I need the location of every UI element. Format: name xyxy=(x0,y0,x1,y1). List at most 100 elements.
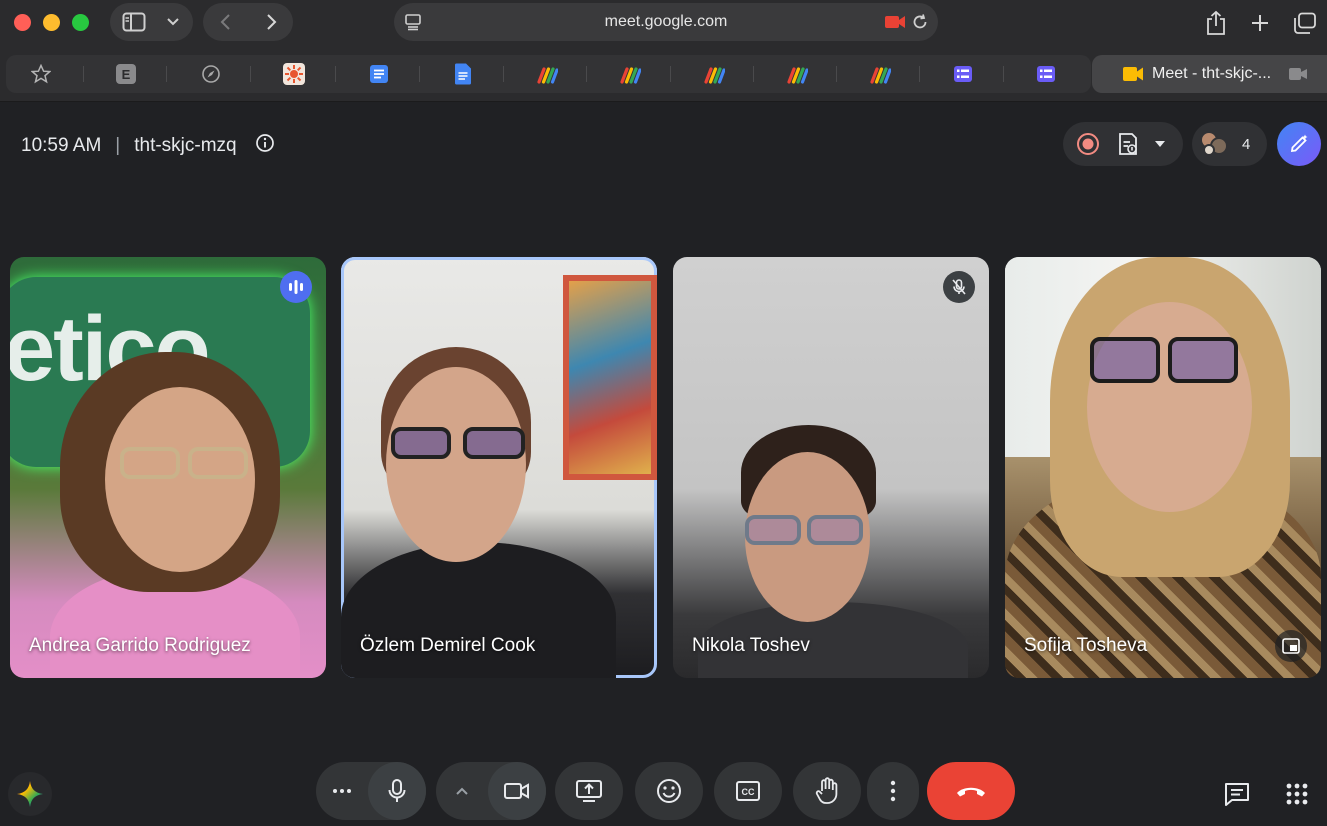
recording-options-dropdown[interactable] xyxy=(1143,122,1177,166)
glasses-right xyxy=(1168,337,1238,383)
color-stripes-icon xyxy=(704,67,725,84)
recording-controls xyxy=(1063,122,1183,166)
glasses-left xyxy=(120,447,180,479)
chat-button[interactable] xyxy=(1217,774,1257,814)
raise-hand-icon xyxy=(815,777,838,804)
minimize-window-button[interactable] xyxy=(43,14,60,31)
present-screen-button[interactable] xyxy=(555,762,623,820)
pinned-tab-stripes-5[interactable] xyxy=(869,63,891,85)
chevron-left-icon xyxy=(220,14,230,30)
video-options-button[interactable] xyxy=(436,762,488,820)
glasses-left xyxy=(391,427,451,459)
pinned-tab-docs-1[interactable] xyxy=(368,63,390,85)
raise-hand-button[interactable] xyxy=(793,762,861,820)
participant-name: Andrea Garrido Rodriguez xyxy=(29,635,251,656)
pinned-tab-list-2[interactable] xyxy=(1035,63,1057,85)
pinned-tab-e[interactable]: E xyxy=(115,63,137,85)
active-tab-meet[interactable]: Meet - tht-skjc-... xyxy=(1092,55,1327,93)
more-options-button[interactable] xyxy=(867,762,919,820)
participants-button[interactable]: 4 xyxy=(1192,122,1267,166)
gemini-notes-button[interactable] xyxy=(1277,122,1321,166)
forward-button[interactable] xyxy=(248,3,293,41)
participant-name: Nikola Toshev xyxy=(692,635,810,656)
emoji-icon xyxy=(657,779,681,803)
divider xyxy=(836,66,837,82)
pinned-tab-stripes-3[interactable] xyxy=(703,63,725,85)
pinned-tab-list-1[interactable] xyxy=(952,63,974,85)
history-nav-group xyxy=(203,3,293,41)
svg-text:CC: CC xyxy=(742,787,755,797)
speaking-indicator xyxy=(280,271,312,303)
divider xyxy=(670,66,671,82)
compass-icon xyxy=(202,65,220,83)
hang-up-icon xyxy=(957,787,985,797)
microphone-button[interactable] xyxy=(368,762,426,820)
chevron-down-icon xyxy=(167,18,179,26)
divider xyxy=(166,66,167,82)
participant-tile-3[interactable]: Nikola Toshev xyxy=(673,257,989,678)
list-app-icon xyxy=(1037,66,1055,82)
list-app-icon xyxy=(954,66,972,82)
color-stripes-icon xyxy=(787,67,808,84)
microphone-icon xyxy=(388,779,406,802)
audio-options-button[interactable] xyxy=(316,762,368,820)
tab-camera-icon xyxy=(1287,63,1309,85)
divider xyxy=(1003,66,1004,82)
pinned-tab-compass[interactable] xyxy=(200,63,222,85)
plus-icon xyxy=(1252,15,1268,31)
close-window-button[interactable] xyxy=(14,14,31,31)
reload-icon[interactable] xyxy=(909,12,931,32)
participant-name: Sofija Tosheva xyxy=(1024,635,1148,656)
transcript-button[interactable] xyxy=(1113,122,1143,166)
tab-groups-dropdown-button[interactable] xyxy=(158,3,188,41)
video-control-group xyxy=(436,762,546,820)
participant-face xyxy=(1087,302,1252,512)
leave-call-button[interactable] xyxy=(927,762,1015,820)
glasses-left xyxy=(745,515,801,545)
favorites-star-icon[interactable] xyxy=(30,63,52,85)
participant-count: 4 xyxy=(1242,135,1251,153)
share-button[interactable] xyxy=(1201,8,1231,38)
present-screen-icon xyxy=(576,780,602,802)
participant-tile-4[interactable]: Sofija Tosheva xyxy=(1005,257,1321,678)
pinned-tabs-row: E xyxy=(6,55,1091,93)
participant-face xyxy=(105,387,255,572)
gemini-sparkle-icon xyxy=(17,781,43,807)
participant-avatars-icon xyxy=(1200,129,1230,159)
chevron-up-icon xyxy=(456,787,468,795)
back-button[interactable] xyxy=(203,3,248,41)
pinned-tab-stripes-2[interactable] xyxy=(619,63,641,85)
glasses-right xyxy=(807,515,863,545)
color-stripes-icon xyxy=(620,67,641,84)
reactions-button[interactable] xyxy=(635,762,703,820)
audio-control-group xyxy=(316,762,426,820)
address-bar[interactable]: meet.google.com xyxy=(394,3,938,41)
google-meet-icon xyxy=(1122,63,1144,85)
participant-tile-1[interactable]: etico Andrea Garrido Rodriguez xyxy=(10,257,326,678)
pinned-tab-stripes-1[interactable] xyxy=(536,63,558,85)
participant-tile-2[interactable]: Özlem Demirel Cook xyxy=(341,257,657,678)
activities-button[interactable] xyxy=(1277,774,1317,814)
meeting-info-icon[interactable] xyxy=(255,133,275,159)
camera-in-use-icon[interactable] xyxy=(883,12,907,32)
wall-painting xyxy=(563,275,657,480)
color-stripes-icon xyxy=(870,67,891,84)
pinned-tab-stripes-4[interactable] xyxy=(786,63,808,85)
pinned-tab-docs-2[interactable] xyxy=(452,63,474,85)
video-camera-icon xyxy=(504,783,529,799)
sidebar-toggle-button[interactable] xyxy=(110,3,158,41)
meet-stage: 10:59 AM | tht-skjc-mzq 4 etico Andrea G… xyxy=(0,102,1327,826)
closed-captions-icon: CC xyxy=(736,781,760,801)
glasses-left xyxy=(1090,337,1160,383)
zoom-window-button[interactable] xyxy=(72,14,89,31)
recording-button[interactable] xyxy=(1063,122,1113,166)
pen-sparkle-icon xyxy=(1290,134,1308,153)
new-tab-button[interactable] xyxy=(1245,8,1275,38)
gemini-button[interactable] xyxy=(8,772,52,816)
captions-button[interactable]: CC xyxy=(714,762,782,820)
pinned-tab-sun[interactable] xyxy=(283,63,305,85)
tab-overview-button[interactable] xyxy=(1290,8,1320,38)
camera-button[interactable] xyxy=(488,762,546,820)
more-horizontal-icon xyxy=(333,789,351,793)
tile-layout-button[interactable] xyxy=(1275,630,1307,662)
